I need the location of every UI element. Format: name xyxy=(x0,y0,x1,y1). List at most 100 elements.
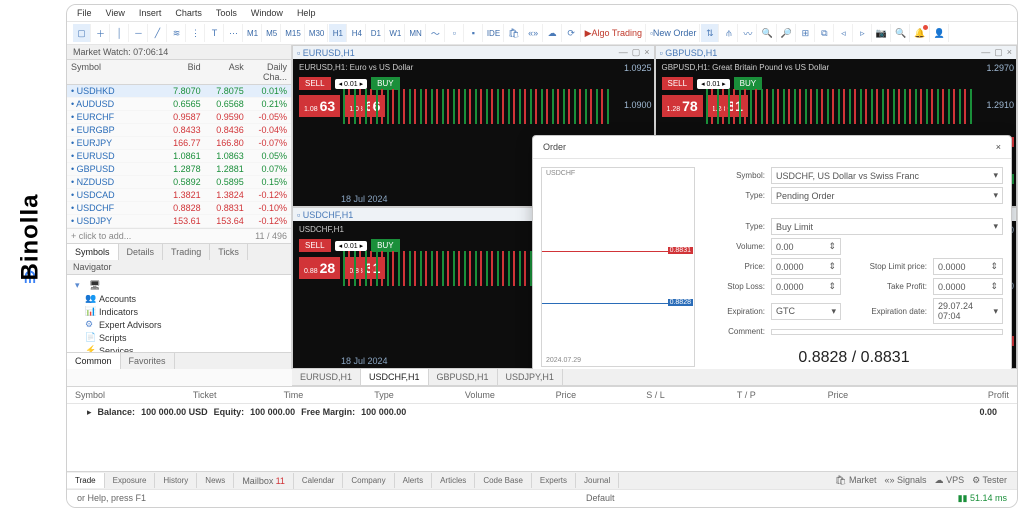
dialog-close-icon[interactable]: × xyxy=(996,142,1001,152)
sort-icon[interactable]: ⇅ xyxy=(701,24,719,42)
indicator2-icon[interactable]: 〰 xyxy=(739,24,757,42)
max-icon[interactable]: ▢ xyxy=(994,47,1003,58)
tf-m30[interactable]: M30 xyxy=(306,24,329,42)
tf-m15[interactable]: M15 xyxy=(282,24,305,42)
term-tab-company[interactable]: Company xyxy=(343,473,394,488)
menu-charts[interactable]: Charts xyxy=(175,8,202,18)
chart-tab-eurusd[interactable]: EURUSD,H1 xyxy=(292,369,361,385)
term-tab-alerts[interactable]: Alerts xyxy=(395,473,432,488)
search-icon[interactable]: 🔍 xyxy=(892,24,910,42)
tf-mn[interactable]: MN xyxy=(406,24,425,42)
hline-icon[interactable]: ─ xyxy=(130,24,148,42)
chart-bar-icon[interactable]: ▫ xyxy=(446,24,464,42)
mw-tab-symbols[interactable]: Symbols xyxy=(67,244,119,260)
mw-row-nzdusd[interactable]: • NZDUSD0.58920.58950.15% xyxy=(67,176,291,189)
chart-tab-usdjpy[interactable]: USDJPY,H1 xyxy=(498,369,563,385)
chart-tab-usdchf[interactable]: USDCHF,H1 xyxy=(361,369,429,385)
chart-tab-gbpusd[interactable]: GBPUSD,H1 xyxy=(429,369,498,385)
expiration-select[interactable]: GTC▾ xyxy=(771,303,841,320)
mw-tab-ticks[interactable]: Ticks xyxy=(210,244,248,260)
nav-services[interactable]: ⚡Services xyxy=(73,344,285,352)
nav-indicators[interactable]: 📊Indicators xyxy=(73,305,285,318)
tf-d1[interactable]: D1 xyxy=(367,24,385,42)
pending-type-select[interactable]: Buy Limit▾ xyxy=(771,218,1003,235)
mw-tab-trading[interactable]: Trading xyxy=(163,244,210,260)
indicator-icon[interactable]: ⫛ xyxy=(720,24,738,42)
menu-view[interactable]: View xyxy=(106,8,125,18)
tp-input[interactable]: 0.0000⇕ xyxy=(933,278,1003,295)
expiration-date-input[interactable]: 29.07.24 07:04▾ xyxy=(933,298,1003,324)
nav-back-icon[interactable]: ◃ xyxy=(835,24,853,42)
term-tab-mailbox[interactable]: Mailbox 11 xyxy=(234,473,294,489)
menu-help[interactable]: Help xyxy=(297,8,316,18)
market-icon[interactable]: 🛍 xyxy=(505,24,523,42)
mw-row-gbpusd[interactable]: • GBPUSD1.28781.28810.07% xyxy=(67,163,291,176)
term-tab-calendar[interactable]: Calendar xyxy=(294,473,343,488)
term-tab-exposure[interactable]: Exposure xyxy=(105,473,156,488)
min-icon[interactable]: — xyxy=(619,47,628,58)
zoom-out-icon[interactable]: 🔎 xyxy=(778,24,796,42)
mw-row-eurusd[interactable]: • EURUSD1.08611.08630.05% xyxy=(67,150,291,163)
term-tab-codebase[interactable]: Code Base xyxy=(475,473,532,488)
channel-icon[interactable]: ≋ xyxy=(168,24,186,42)
cascade-icon[interactable]: ⧉ xyxy=(816,24,834,42)
menu-tools[interactable]: Tools xyxy=(216,8,237,18)
cursor-icon[interactable]: ▢ xyxy=(73,24,91,42)
chart-line-icon[interactable]: 〜 xyxy=(427,24,445,42)
tf-h4[interactable]: H4 xyxy=(348,24,366,42)
term-tab-experts[interactable]: Experts xyxy=(532,473,576,488)
slp-input[interactable]: 0.0000⇕ xyxy=(933,258,1003,275)
chart-candle-icon[interactable]: ▪ xyxy=(465,24,483,42)
symbol-select[interactable]: USDCHF, US Dollar vs Swiss Franc▾ xyxy=(771,167,1003,184)
vline-icon[interactable]: │ xyxy=(111,24,129,42)
close-icon[interactable]: × xyxy=(1007,47,1012,58)
term-tab-history[interactable]: History xyxy=(155,473,197,488)
mw-row-usdchf[interactable]: • USDCHF0.88280.8831-0.10% xyxy=(67,202,291,215)
mw-row-audusd[interactable]: • AUDUSD0.65650.65680.21% xyxy=(67,98,291,111)
nav-fwd-icon[interactable]: ▹ xyxy=(854,24,872,42)
algo-trading-button[interactable]: ▶ Algo Trading xyxy=(582,24,646,42)
nav-accounts[interactable]: 👥Accounts xyxy=(73,292,285,305)
tf-m5[interactable]: M5 xyxy=(263,24,281,42)
trendline-icon[interactable]: ╱ xyxy=(149,24,167,42)
tile-icon[interactable]: ⊞ xyxy=(797,24,815,42)
tree-expand-icon[interactable]: ▾ xyxy=(75,280,85,291)
mw-row-eurchf[interactable]: • EURCHF0.95870.9590-0.05% xyxy=(67,111,291,124)
camera-icon[interactable]: 📷 xyxy=(873,24,891,42)
zoom-in-icon[interactable]: 🔍 xyxy=(758,24,776,42)
min-icon[interactable]: — xyxy=(981,47,990,58)
ide-button[interactable]: IDE xyxy=(484,24,504,42)
close-icon[interactable]: × xyxy=(644,47,649,58)
sl-input[interactable]: 0.0000⇕ xyxy=(771,278,841,295)
mw-row-usdjpy[interactable]: • USDJPY153.61153.64-0.12% xyxy=(67,215,291,228)
new-order-button[interactable]: ▫ New Order xyxy=(647,24,700,42)
profile-icon[interactable]: 👤 xyxy=(931,24,949,42)
order-type-select[interactable]: Pending Order▾ xyxy=(771,187,1003,204)
price-input[interactable]: 0.0000⇕ xyxy=(771,258,841,275)
term-tab-journal[interactable]: Journal xyxy=(576,473,619,488)
link-vps[interactable]: ☁ VPS xyxy=(935,475,965,486)
mw-row-eurjpy[interactable]: • EURJPY166.77166.80-0.07% xyxy=(67,137,291,150)
nav-experts[interactable]: ⚙Expert Advisors xyxy=(73,318,285,331)
more-draw-icon[interactable]: ⋯ xyxy=(225,24,243,42)
tf-w1[interactable]: W1 xyxy=(386,24,405,42)
comment-input[interactable] xyxy=(771,329,1003,335)
menu-file[interactable]: File xyxy=(77,8,92,18)
tf-m1[interactable]: M1 xyxy=(244,24,262,42)
nav-tab-common[interactable]: Common xyxy=(67,353,121,369)
fibo-icon[interactable]: ⋮ xyxy=(187,24,205,42)
mw-row-usdhkd[interactable]: • USDHKD7.80707.80750.01% xyxy=(67,85,291,98)
menu-insert[interactable]: Insert xyxy=(139,8,162,18)
link-signals[interactable]: «» Signals xyxy=(885,475,927,486)
mw-tab-details[interactable]: Details xyxy=(119,244,164,260)
mw-row-eurgbp[interactable]: • EURGBP0.84330.8436-0.04% xyxy=(67,124,291,137)
max-icon[interactable]: ▢ xyxy=(632,47,641,58)
mw-row-usdcad[interactable]: • USDCAD1.38211.3824-0.12% xyxy=(67,189,291,202)
term-tab-trade[interactable]: Trade xyxy=(67,473,105,488)
term-tab-news[interactable]: News xyxy=(197,473,234,488)
crosshair-icon[interactable]: ＋ xyxy=(92,24,110,42)
cloud-icon[interactable]: ☁ xyxy=(544,24,562,42)
term-tab-articles[interactable]: Articles xyxy=(432,473,475,488)
volume-input[interactable]: 0.00⇕ xyxy=(771,238,841,255)
nav-tab-favorites[interactable]: Favorites xyxy=(121,353,175,369)
